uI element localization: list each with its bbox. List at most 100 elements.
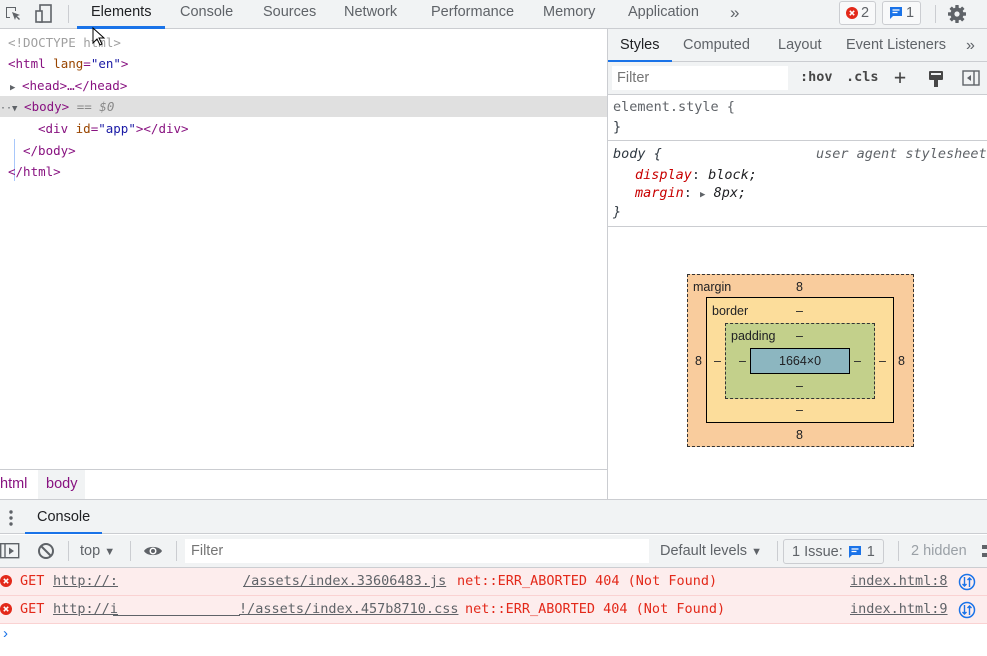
collapse-triangle-icon[interactable]: ▼ [12, 99, 24, 120]
head-node[interactable]: ▶ <head>…</head> [10, 75, 127, 96]
html-node[interactable]: <html lang="en"> [8, 53, 128, 74]
log-levels-dropdown[interactable]: Default levels ▼ [660, 535, 762, 567]
padding-right-value[interactable]: – [854, 354, 861, 368]
tab-layout[interactable]: Layout [766, 29, 834, 62]
margin-left-value[interactable]: 8 [695, 354, 702, 368]
error-text: net::ERR_ABORTED 404 (Not Found) [465, 601, 726, 617]
tab-styles[interactable]: Styles [608, 29, 672, 63]
padding-top-value[interactable]: – [796, 329, 803, 343]
padding-bottom-value[interactable]: – [796, 379, 803, 393]
more-tabs-button[interactable]: » [716, 0, 753, 29]
paint-brush-icon[interactable] [928, 70, 944, 88]
console-ref: == $0 [76, 99, 115, 114]
issue-message-icon [848, 545, 861, 558]
tab-computed[interactable]: Computed [671, 29, 762, 62]
tab-event-listeners[interactable]: Event Listeners [834, 29, 958, 62]
main-tab-bar: Elements Console Sources Network Perform… [0, 0, 987, 29]
source-link[interactable]: index.html:8 [850, 568, 948, 595]
issues-button[interactable]: 1 Issue: 1 [783, 539, 884, 564]
error-icon [0, 575, 12, 587]
border-top-value[interactable]: – [796, 304, 803, 318]
request-url-end[interactable]: /assets/index.33606483.js [243, 568, 446, 595]
dropdown-arrow-icon: ▼ [104, 546, 116, 558]
rule-close: } [613, 119, 622, 135]
divider [935, 5, 936, 23]
html-tag: <html [8, 56, 46, 71]
console-input[interactable] [18, 626, 978, 648]
error-text: net::ERR_ABORTED 404 (Not Found) [457, 573, 718, 589]
margin-top-value[interactable]: 8 [796, 280, 803, 294]
border-bottom-value[interactable]: – [796, 403, 803, 417]
network-request-icon[interactable] [958, 601, 976, 619]
rule-selector[interactable]: body { [613, 146, 662, 162]
styles-filter-input[interactable] [612, 66, 788, 90]
content-size-value[interactable]: 1664×0 [779, 354, 821, 368]
error-icon [846, 7, 858, 19]
network-request-icon[interactable] [958, 573, 976, 591]
margin-label: margin [693, 280, 732, 294]
console-message-error: GET http://i !/assets/index.457b8710.css… [0, 596, 987, 624]
breadcrumb-html[interactable]: html [0, 470, 35, 499]
body-close-node[interactable]: </body> [23, 140, 76, 161]
new-style-rule-button[interactable]: + [894, 65, 906, 89]
tab-application[interactable]: Application [614, 0, 713, 29]
tab-network[interactable]: Network [330, 0, 411, 29]
console-settings-icon[interactable] [982, 543, 987, 559]
rule-selector[interactable]: element.style { [613, 99, 735, 115]
divider [777, 541, 778, 561]
tab-elements[interactable]: Elements [77, 0, 166, 29]
device-toolbar-button[interactable] [33, 3, 55, 25]
declaration-margin[interactable]: margin: ▶ 8px; [635, 185, 746, 201]
errors-badge[interactable]: 2 [839, 1, 877, 25]
toggle-sidebar-icon[interactable] [962, 70, 980, 86]
padding-left-value[interactable]: – [739, 354, 746, 368]
request-url-end[interactable]: !/assets/index.457b8710.css [239, 596, 458, 623]
styles-filter-bar: :hov .cls + [608, 62, 987, 95]
console-prompt-icon: › [3, 625, 8, 642]
console-filter-input[interactable] [185, 539, 649, 563]
declaration-display[interactable]: display: block; [635, 167, 757, 183]
inspect-icon [6, 7, 20, 20]
more-sidebar-tabs-button[interactable]: » [954, 29, 987, 62]
div-app-node[interactable]: <div id="app"></div> [38, 118, 189, 139]
body-node[interactable]: ··▼ <body> == $0 [0, 96, 114, 117]
gear-icon [948, 5, 966, 23]
divider [898, 541, 899, 561]
tab-sources[interactable]: Sources [249, 0, 330, 29]
cls-toggle[interactable]: .cls [846, 69, 879, 85]
inspect-element-button[interactable] [2, 3, 24, 25]
request-url-start[interactable]: http://: [53, 568, 118, 595]
tab-console[interactable]: Console [166, 0, 247, 29]
margin-right-value[interactable]: 8 [898, 354, 905, 368]
request-method: GET [20, 573, 45, 589]
request-url-start[interactable]: http://i [53, 596, 118, 623]
html-close-node[interactable]: </html> [8, 161, 61, 182]
padding-label: padding [731, 329, 776, 343]
tab-memory[interactable]: Memory [529, 0, 609, 29]
node-actions-icon[interactable]: ·· [0, 103, 12, 114]
border-left-value[interactable]: – [714, 354, 721, 368]
lang-attr-name: lang [53, 56, 84, 71]
margin-bottom-value[interactable]: 8 [796, 428, 803, 442]
drawer-tab-console[interactable]: Console [25, 500, 103, 534]
rule-close: } [613, 204, 622, 220]
border-right-value[interactable]: – [879, 354, 886, 368]
expand-triangle-icon[interactable]: ▶ [700, 190, 705, 200]
show-sidebar-icon[interactable] [0, 543, 20, 559]
drawer-menu-icon[interactable] [8, 509, 14, 527]
live-expression-eye-icon[interactable] [143, 544, 163, 558]
issue-count: 1 [906, 5, 915, 21]
tab-performance[interactable]: Performance [417, 0, 528, 29]
divider [68, 541, 69, 561]
dom-tree: <!DOCTYPE html> <html lang="en"> ▶ <head>… [0, 29, 607, 469]
drawer-tab-bar: Console [0, 499, 987, 534]
issues-badge[interactable]: 1 [882, 1, 922, 25]
context-selector[interactable]: top ▼ [80, 535, 115, 567]
settings-button[interactable] [946, 3, 968, 25]
clear-console-icon[interactable] [37, 542, 55, 560]
border-label: border [712, 304, 749, 318]
hov-toggle[interactable]: :hov [800, 69, 833, 85]
breadcrumb-body[interactable]: body [38, 470, 86, 499]
source-link[interactable]: index.html:9 [850, 596, 948, 623]
element-style-rule: element.style { } [608, 95, 987, 141]
